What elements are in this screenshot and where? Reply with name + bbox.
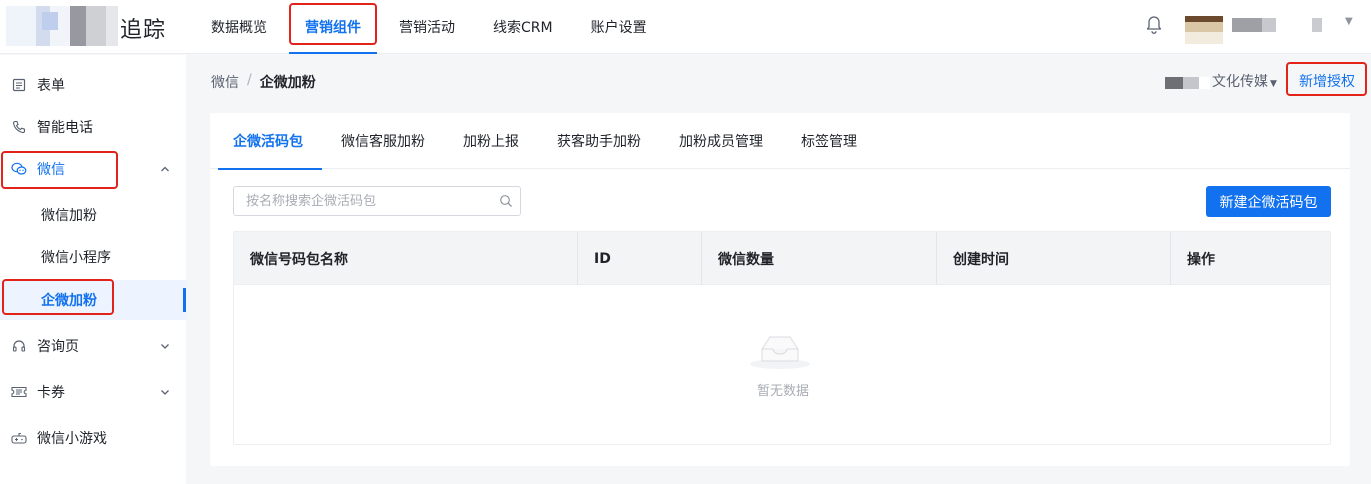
nav-item-overview[interactable]: 数据概览	[195, 0, 283, 54]
column-header-id: ID	[578, 232, 702, 285]
sidebar-item-label: 卡券	[37, 385, 65, 401]
tab-wecom-code-pack[interactable]: 企微活码包	[214, 113, 322, 170]
bell-icon[interactable]	[1145, 14, 1163, 34]
user-dropdown-caret-icon[interactable]: ▼	[1345, 16, 1353, 27]
sidebar-subitem-wechat-fans[interactable]: 微信加粉	[0, 195, 186, 235]
column-header-wechat-count: 微信数量	[702, 232, 937, 285]
empty-text: 暂无数据	[756, 384, 809, 399]
tab-fans-report[interactable]: 加粉上报	[444, 113, 538, 169]
nav-item-leads-crm[interactable]: 线索CRM	[477, 0, 569, 54]
breadcrumb-current: 企微加粉	[259, 75, 316, 91]
sidebar-item-form[interactable]: 表单	[0, 65, 186, 105]
search-input[interactable]	[234, 187, 490, 215]
sidebar: 表单 智能电话 微信 微信加粉 微信小程序 企微加粉 咨询页 卡券 微信小游戏	[0, 55, 186, 484]
create-wecom-code-pack-button[interactable]: 新建企微活码包	[1206, 186, 1331, 217]
sidebar-item-label: 表单	[37, 78, 65, 94]
tab-acquisition-assistant[interactable]: 获客助手加粉	[538, 113, 660, 169]
chevron-down-icon[interactable]	[158, 339, 172, 353]
new-authorization-link[interactable]: 新增授权	[1299, 71, 1355, 91]
sidebar-item-label: 微信	[37, 162, 65, 178]
search-icon[interactable]	[499, 194, 513, 208]
breadcrumb: 微信 / 企微加粉	[211, 72, 316, 92]
nav-item-account-settings[interactable]: 账户设置	[575, 0, 663, 54]
chevron-down-icon[interactable]	[158, 385, 172, 399]
tab-bar: 企微活码包 微信客服加粉 加粉上报 获客助手加粉 加粉成员管理 标签管理	[210, 113, 1350, 170]
sidebar-item-smart-phone[interactable]: 智能电话	[0, 107, 186, 147]
column-header-name: 微信号码包名称	[234, 232, 578, 285]
ticket-icon	[11, 384, 27, 400]
column-header-actions: 操作	[1187, 251, 1215, 268]
sidebar-subitem-wecom-fans[interactable]: 企微加粉	[0, 280, 186, 320]
logo-text: 追踪	[120, 18, 167, 43]
sidebar-subitem-wechat-miniprogram[interactable]: 微信小程序	[0, 237, 186, 277]
nav-item-marketing-components[interactable]: 营销组件	[289, 0, 377, 54]
tab-wechat-cs-fans[interactable]: 微信客服加粉	[322, 113, 444, 169]
logo[interactable]: 追踪	[0, 0, 186, 54]
sidebar-subitem-label: 微信加粉	[41, 208, 97, 224]
empty-inbox-icon	[750, 336, 810, 369]
breadcrumb-parent[interactable]: 微信	[211, 72, 239, 92]
top-header: 追踪 数据概览 营销组件 营销活动 线索CRM 账户设置 ▼	[0, 0, 1371, 54]
sidebar-item-label: 智能电话	[37, 120, 93, 136]
account-name: 文化传媒	[1212, 74, 1268, 90]
sidebar-item-coupon[interactable]: 卡券	[0, 372, 186, 412]
user-name-redacted[interactable]	[1232, 18, 1344, 32]
headset-icon	[11, 338, 27, 354]
sidebar-item-wechat-minigame[interactable]: 微信小游戏	[0, 418, 186, 458]
search-field[interactable]	[233, 186, 521, 216]
avatar[interactable]	[1185, 8, 1223, 44]
sidebar-subitem-label: 企微加粉	[41, 293, 97, 309]
sidebar-item-consult-page[interactable]: 咨询页	[0, 326, 186, 366]
form-icon	[11, 77, 27, 93]
sidebar-item-label: 咨询页	[37, 339, 79, 355]
chevron-up-icon[interactable]	[158, 162, 172, 176]
empty-state: 暂无数据	[234, 285, 1330, 444]
top-nav: 数据概览 营销组件 营销活动 线索CRM 账户设置	[195, 0, 669, 54]
account-selector[interactable]: 文化传媒 ▼	[1210, 71, 1277, 91]
game-icon	[11, 430, 27, 446]
wechat-icon	[11, 161, 27, 177]
tab-tag-management[interactable]: 标签管理	[782, 113, 876, 169]
data-table: 微信号码包名称 ID 微信数量 创建时间 操作 暂无数据	[233, 231, 1331, 445]
content-card: 企微活码包 微信客服加粉 加粉上报 获客助手加粉 加粉成员管理 标签管理 新建企…	[210, 113, 1350, 466]
sidebar-item-wechat[interactable]: 微信	[0, 149, 186, 189]
phone-icon	[11, 119, 27, 135]
breadcrumb-separator: /	[247, 72, 252, 88]
logo-image	[6, 6, 118, 46]
nav-item-marketing-activities[interactable]: 营销活动	[383, 0, 471, 54]
sidebar-item-label: 微信小游戏	[37, 431, 107, 447]
tab-fans-member-management[interactable]: 加粉成员管理	[660, 113, 782, 169]
account-caret-icon: ▼	[1270, 79, 1277, 89]
column-header-created-time: 创建时间	[937, 232, 1171, 285]
table-header: 微信号码包名称 ID 微信数量 创建时间 操作	[234, 232, 1330, 285]
sidebar-subitem-label: 微信小程序	[41, 250, 111, 266]
